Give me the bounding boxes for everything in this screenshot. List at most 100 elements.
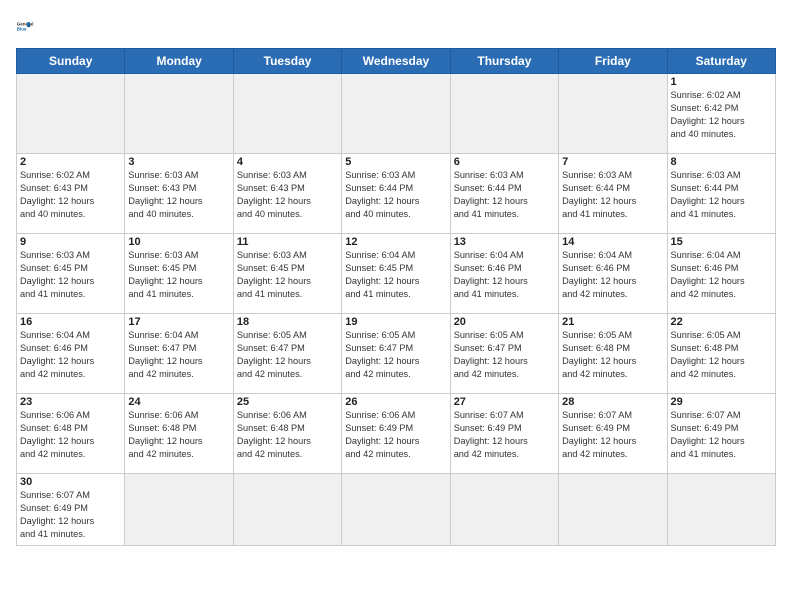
day-cell: 26Sunrise: 6:06 AMSunset: 6:49 PMDayligh… bbox=[342, 394, 450, 474]
day-info: Sunrise: 6:06 AMSunset: 6:48 PMDaylight:… bbox=[20, 409, 121, 461]
day-number: 17 bbox=[128, 316, 229, 328]
day-number: 19 bbox=[345, 316, 446, 328]
day-number: 30 bbox=[20, 476, 121, 488]
day-number: 28 bbox=[562, 396, 663, 408]
day-cell: 22Sunrise: 6:05 AMSunset: 6:48 PMDayligh… bbox=[667, 314, 775, 394]
day-info: Sunrise: 6:03 AMSunset: 6:44 PMDaylight:… bbox=[562, 169, 663, 221]
day-cell: 30Sunrise: 6:07 AMSunset: 6:49 PMDayligh… bbox=[17, 474, 125, 546]
day-cell: 4Sunrise: 6:03 AMSunset: 6:43 PMDaylight… bbox=[233, 154, 341, 234]
day-number: 8 bbox=[671, 156, 772, 168]
day-number: 15 bbox=[671, 236, 772, 248]
day-info: Sunrise: 6:07 AMSunset: 6:49 PMDaylight:… bbox=[20, 489, 121, 541]
day-info: Sunrise: 6:05 AMSunset: 6:48 PMDaylight:… bbox=[562, 329, 663, 381]
svg-text:General: General bbox=[17, 22, 34, 27]
day-header-tuesday: Tuesday bbox=[233, 49, 341, 74]
day-number: 2 bbox=[20, 156, 121, 168]
week-row-3: 9Sunrise: 6:03 AMSunset: 6:45 PMDaylight… bbox=[17, 234, 776, 314]
header: General Blue bbox=[16, 12, 776, 40]
calendar-table: SundayMondayTuesdayWednesdayThursdayFrid… bbox=[16, 48, 776, 546]
day-info: Sunrise: 6:05 AMSunset: 6:47 PMDaylight:… bbox=[345, 329, 446, 381]
day-cell: 21Sunrise: 6:05 AMSunset: 6:48 PMDayligh… bbox=[559, 314, 667, 394]
day-info: Sunrise: 6:05 AMSunset: 6:47 PMDaylight:… bbox=[237, 329, 338, 381]
page: General Blue SundayMondayTuesdayWednesda… bbox=[0, 0, 792, 612]
day-header-thursday: Thursday bbox=[450, 49, 558, 74]
day-info: Sunrise: 6:03 AMSunset: 6:45 PMDaylight:… bbox=[237, 249, 338, 301]
day-cell: 14Sunrise: 6:04 AMSunset: 6:46 PMDayligh… bbox=[559, 234, 667, 314]
day-cell bbox=[125, 474, 233, 546]
day-header-saturday: Saturday bbox=[667, 49, 775, 74]
day-header-wednesday: Wednesday bbox=[342, 49, 450, 74]
day-cell: 10Sunrise: 6:03 AMSunset: 6:45 PMDayligh… bbox=[125, 234, 233, 314]
logo: General Blue bbox=[16, 12, 44, 40]
day-number: 4 bbox=[237, 156, 338, 168]
day-cell: 29Sunrise: 6:07 AMSunset: 6:49 PMDayligh… bbox=[667, 394, 775, 474]
day-info: Sunrise: 6:04 AMSunset: 6:46 PMDaylight:… bbox=[562, 249, 663, 301]
day-number: 27 bbox=[454, 396, 555, 408]
day-info: Sunrise: 6:07 AMSunset: 6:49 PMDaylight:… bbox=[454, 409, 555, 461]
week-row-2: 2Sunrise: 6:02 AMSunset: 6:43 PMDaylight… bbox=[17, 154, 776, 234]
day-info: Sunrise: 6:03 AMSunset: 6:43 PMDaylight:… bbox=[237, 169, 338, 221]
day-cell: 1Sunrise: 6:02 AMSunset: 6:42 PMDaylight… bbox=[667, 74, 775, 154]
day-number: 3 bbox=[128, 156, 229, 168]
day-number: 11 bbox=[237, 236, 338, 248]
day-info: Sunrise: 6:03 AMSunset: 6:45 PMDaylight:… bbox=[20, 249, 121, 301]
week-row-5: 23Sunrise: 6:06 AMSunset: 6:48 PMDayligh… bbox=[17, 394, 776, 474]
day-cell: 7Sunrise: 6:03 AMSunset: 6:44 PMDaylight… bbox=[559, 154, 667, 234]
day-header-sunday: Sunday bbox=[17, 49, 125, 74]
day-cell: 18Sunrise: 6:05 AMSunset: 6:47 PMDayligh… bbox=[233, 314, 341, 394]
day-info: Sunrise: 6:03 AMSunset: 6:45 PMDaylight:… bbox=[128, 249, 229, 301]
day-info: Sunrise: 6:04 AMSunset: 6:47 PMDaylight:… bbox=[128, 329, 229, 381]
day-cell: 24Sunrise: 6:06 AMSunset: 6:48 PMDayligh… bbox=[125, 394, 233, 474]
day-info: Sunrise: 6:04 AMSunset: 6:46 PMDaylight:… bbox=[20, 329, 121, 381]
day-cell: 23Sunrise: 6:06 AMSunset: 6:48 PMDayligh… bbox=[17, 394, 125, 474]
day-number: 24 bbox=[128, 396, 229, 408]
day-info: Sunrise: 6:03 AMSunset: 6:43 PMDaylight:… bbox=[128, 169, 229, 221]
day-cell: 8Sunrise: 6:03 AMSunset: 6:44 PMDaylight… bbox=[667, 154, 775, 234]
day-number: 20 bbox=[454, 316, 555, 328]
day-number: 9 bbox=[20, 236, 121, 248]
svg-text:Blue: Blue bbox=[17, 27, 27, 32]
day-info: Sunrise: 6:06 AMSunset: 6:48 PMDaylight:… bbox=[237, 409, 338, 461]
day-cell: 11Sunrise: 6:03 AMSunset: 6:45 PMDayligh… bbox=[233, 234, 341, 314]
day-cell: 5Sunrise: 6:03 AMSunset: 6:44 PMDaylight… bbox=[342, 154, 450, 234]
day-number: 14 bbox=[562, 236, 663, 248]
day-cell bbox=[233, 474, 341, 546]
day-cell bbox=[342, 74, 450, 154]
day-info: Sunrise: 6:07 AMSunset: 6:49 PMDaylight:… bbox=[671, 409, 772, 461]
day-cell: 16Sunrise: 6:04 AMSunset: 6:46 PMDayligh… bbox=[17, 314, 125, 394]
day-number: 18 bbox=[237, 316, 338, 328]
day-info: Sunrise: 6:03 AMSunset: 6:44 PMDaylight:… bbox=[671, 169, 772, 221]
day-number: 7 bbox=[562, 156, 663, 168]
day-number: 23 bbox=[20, 396, 121, 408]
day-number: 22 bbox=[671, 316, 772, 328]
day-number: 1 bbox=[671, 76, 772, 88]
day-number: 26 bbox=[345, 396, 446, 408]
day-info: Sunrise: 6:03 AMSunset: 6:44 PMDaylight:… bbox=[345, 169, 446, 221]
day-cell: 27Sunrise: 6:07 AMSunset: 6:49 PMDayligh… bbox=[450, 394, 558, 474]
day-cell: 28Sunrise: 6:07 AMSunset: 6:49 PMDayligh… bbox=[559, 394, 667, 474]
day-info: Sunrise: 6:06 AMSunset: 6:48 PMDaylight:… bbox=[128, 409, 229, 461]
header-row: SundayMondayTuesdayWednesdayThursdayFrid… bbox=[17, 49, 776, 74]
day-cell bbox=[342, 474, 450, 546]
day-cell: 3Sunrise: 6:03 AMSunset: 6:43 PMDaylight… bbox=[125, 154, 233, 234]
day-cell bbox=[667, 474, 775, 546]
day-header-monday: Monday bbox=[125, 49, 233, 74]
day-number: 5 bbox=[345, 156, 446, 168]
day-cell: 19Sunrise: 6:05 AMSunset: 6:47 PMDayligh… bbox=[342, 314, 450, 394]
day-cell: 13Sunrise: 6:04 AMSunset: 6:46 PMDayligh… bbox=[450, 234, 558, 314]
day-cell: 20Sunrise: 6:05 AMSunset: 6:47 PMDayligh… bbox=[450, 314, 558, 394]
day-number: 21 bbox=[562, 316, 663, 328]
day-cell bbox=[450, 74, 558, 154]
day-info: Sunrise: 6:04 AMSunset: 6:45 PMDaylight:… bbox=[345, 249, 446, 301]
week-row-6: 30Sunrise: 6:07 AMSunset: 6:49 PMDayligh… bbox=[17, 474, 776, 546]
day-cell: 9Sunrise: 6:03 AMSunset: 6:45 PMDaylight… bbox=[17, 234, 125, 314]
day-cell: 2Sunrise: 6:02 AMSunset: 6:43 PMDaylight… bbox=[17, 154, 125, 234]
day-info: Sunrise: 6:06 AMSunset: 6:49 PMDaylight:… bbox=[345, 409, 446, 461]
day-cell bbox=[559, 74, 667, 154]
day-number: 12 bbox=[345, 236, 446, 248]
day-info: Sunrise: 6:07 AMSunset: 6:49 PMDaylight:… bbox=[562, 409, 663, 461]
day-cell bbox=[450, 474, 558, 546]
day-cell: 25Sunrise: 6:06 AMSunset: 6:48 PMDayligh… bbox=[233, 394, 341, 474]
day-header-friday: Friday bbox=[559, 49, 667, 74]
day-info: Sunrise: 6:04 AMSunset: 6:46 PMDaylight:… bbox=[454, 249, 555, 301]
